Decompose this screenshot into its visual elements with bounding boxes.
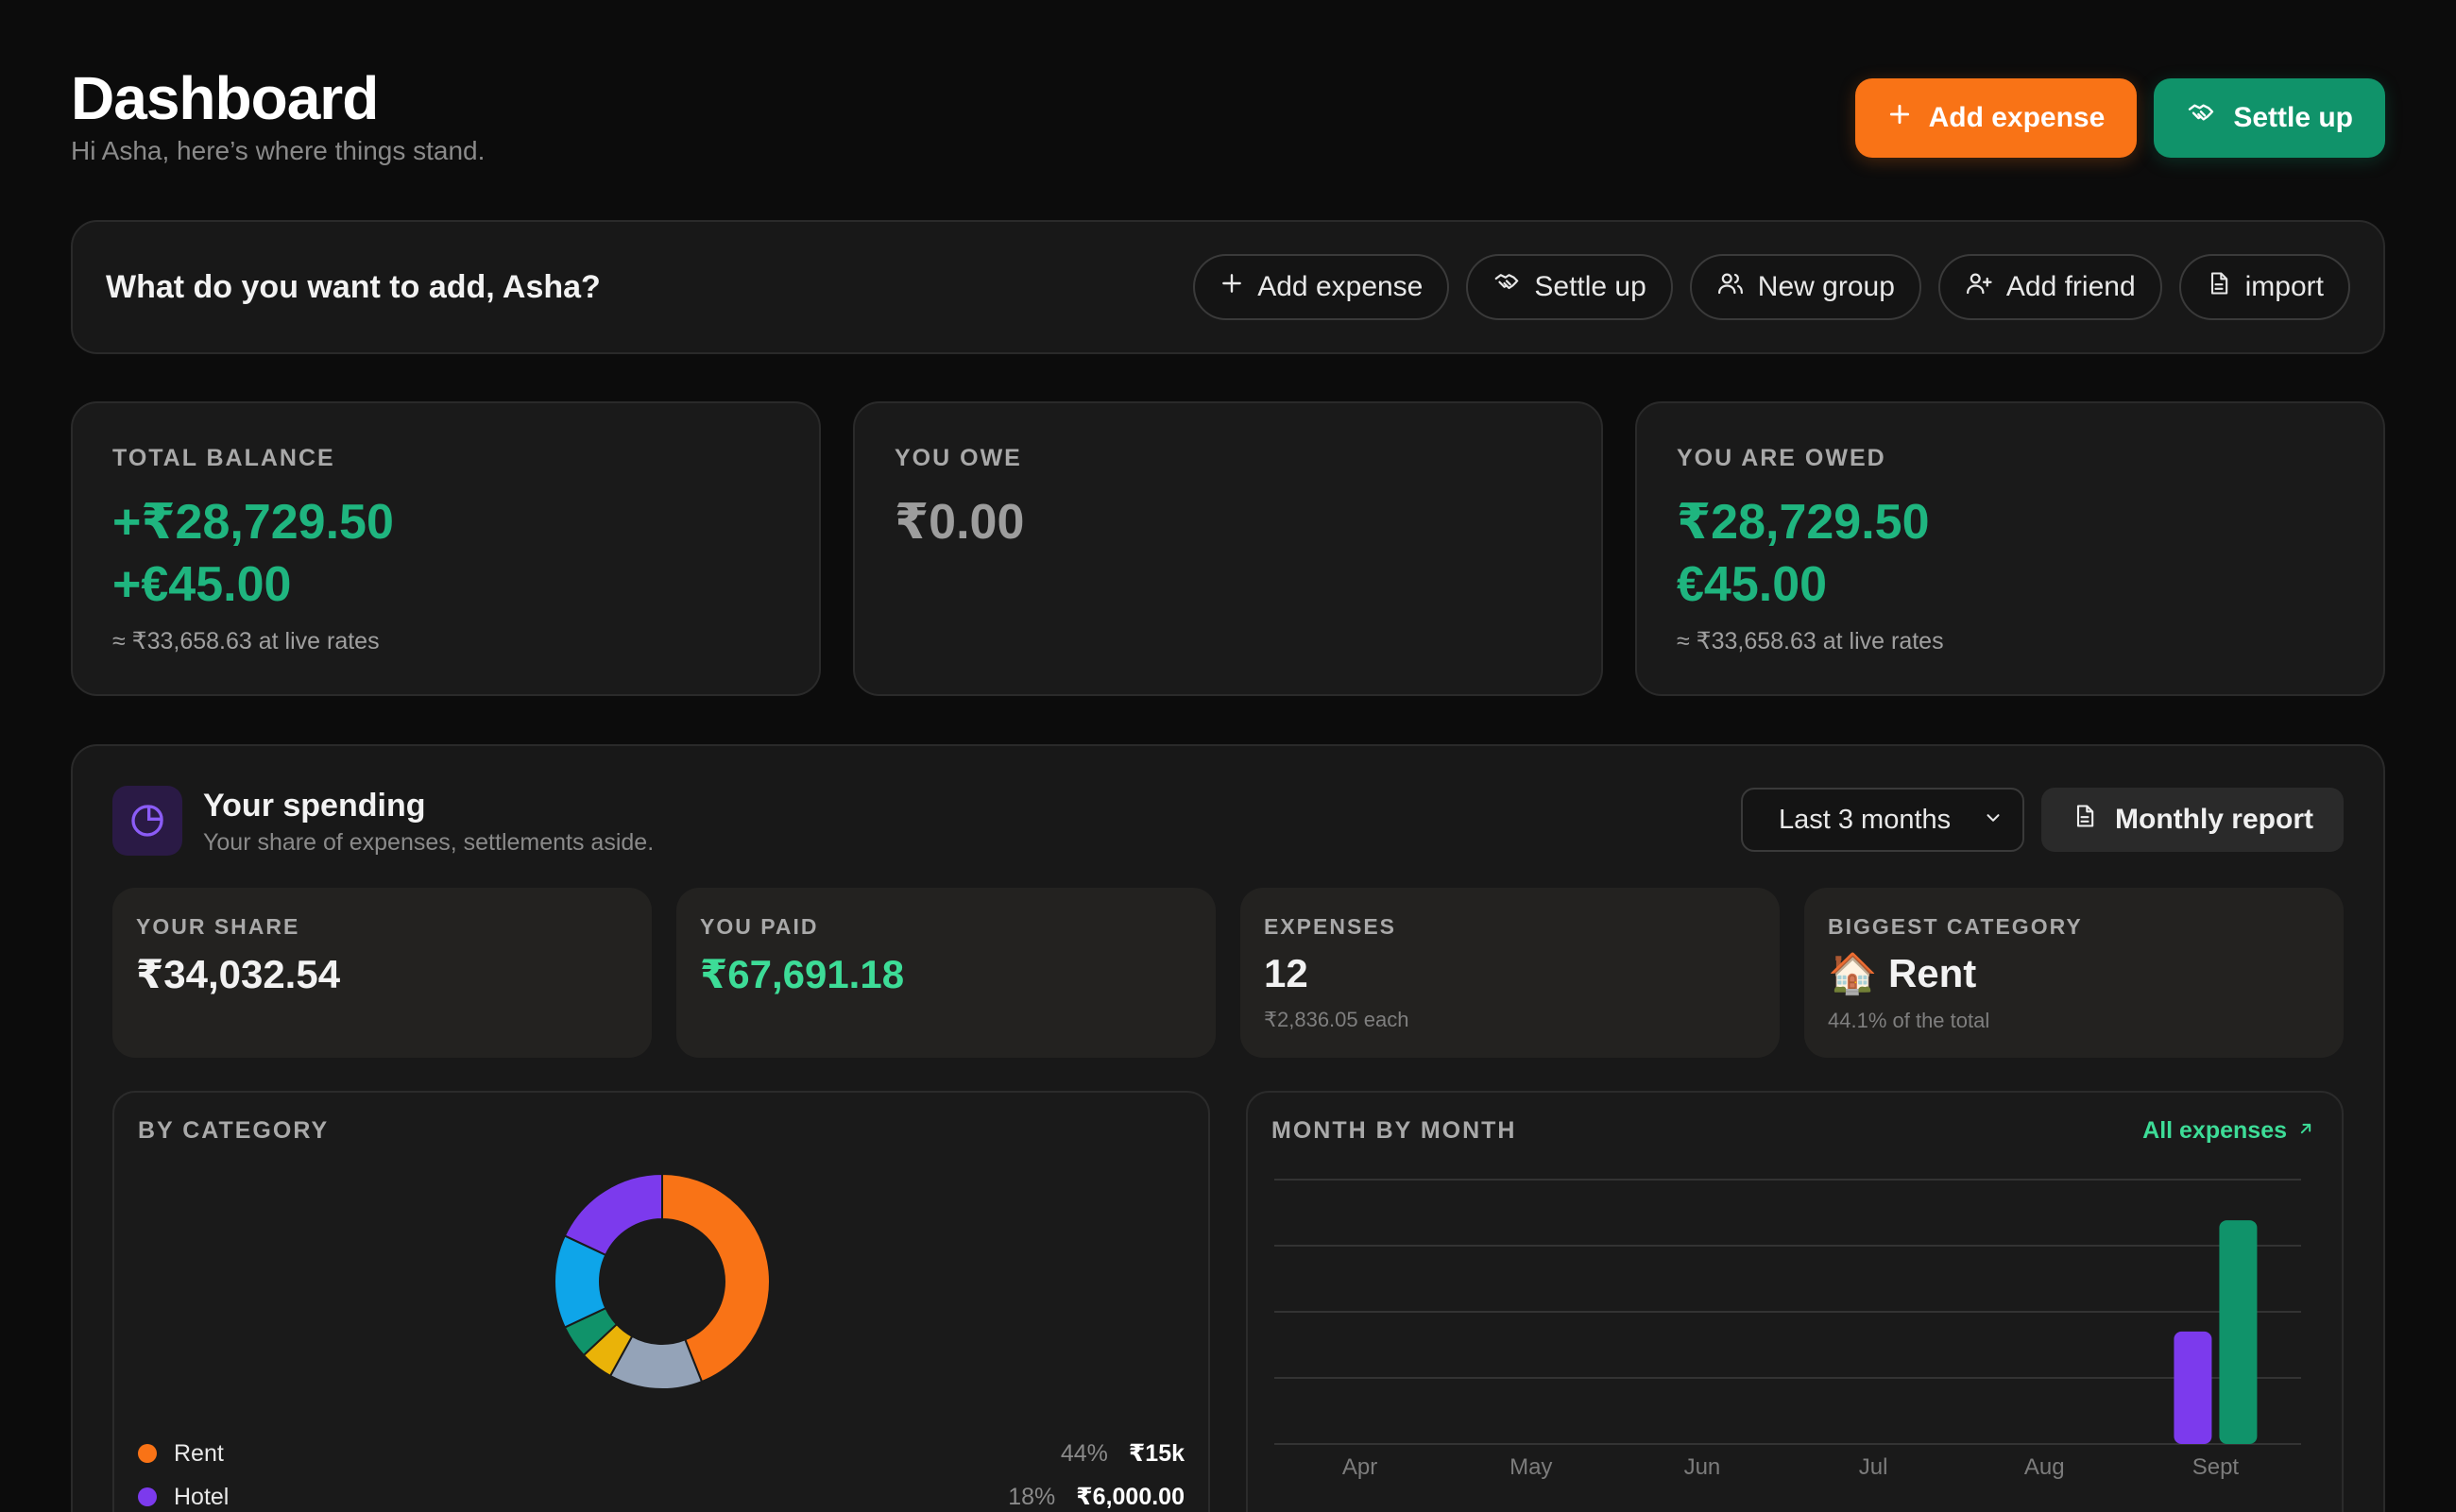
biggest-category-card: BIGGEST CATEGORY 🏠 Rent 44.1% of the tot… [1804,888,2344,1058]
category-donut-chart [554,1172,771,1390]
chip-label: Add friend [2005,271,2136,302]
mini-label: YOUR SHARE [136,914,300,939]
legend-item[interactable]: Hotel 18% ₹6,000.00 [138,1478,1185,1512]
handshake-icon [2186,99,2216,137]
donut-slice-hotel[interactable] [563,1172,663,1257]
x-tick-label: Sept [2192,1454,2240,1480]
import-button[interactable]: import [2178,254,2350,320]
x-tick-label: May [1509,1454,1552,1480]
range-select[interactable]: Last 3 months [1741,788,2024,852]
legend-amount: ₹15k [1128,1440,1185,1467]
plus-icon [1219,271,1244,303]
chip-label: import [2244,271,2324,302]
quick-actions: Add expense Settle up New group Add frie… [1193,254,2350,320]
panel-label: BY CATEGORY [138,1117,330,1144]
x-tick-label: Jun [1684,1454,1721,1480]
your-share-card: YOUR SHARE ₹34,032.54 [112,888,652,1058]
spending-panel: Your spending Your share of expenses, se… [71,744,2385,1512]
quick-add-expense-button[interactable]: Add expense [1193,254,1450,320]
monthly-report-label: Monthly report [2115,804,2313,835]
legend-name: Hotel [174,1483,230,1510]
balance-cards: TOTAL BALANCE +₹28,729.50 +€45.00 ≈ ₹33,… [71,401,2385,696]
new-group-button[interactable]: New group [1689,254,1921,320]
biggest-category-value: 🏠 Rent [1828,951,1977,995]
users-icon [1716,269,1745,305]
owed-amount-eur: €45.00 [1677,557,1828,612]
bar-sept-0[interactable] [2174,1331,2212,1444]
handshake-icon [1492,269,1521,305]
settle-up-button[interactable]: Settle up [2154,78,2385,158]
page-header: Dashboard Hi Asha, here’s where things s… [71,64,2385,168]
legend-item[interactable]: Rent 44% ₹15k [138,1435,1185,1472]
monthly-bar-chart: Apr May Jun Jul Aug Sept [1274,1179,2301,1480]
stat-label: YOU ARE OWED [1677,445,1886,471]
legend-dot [138,1444,157,1463]
legend-name: Rent [174,1439,224,1467]
legend-pct: 44% [1060,1439,1108,1467]
x-tick-label: Jul [1859,1454,1888,1480]
total-balance-card: TOTAL BALANCE +₹28,729.50 +€45.00 ≈ ₹33,… [71,401,821,696]
x-tick-label: Apr [1342,1454,1377,1480]
range-select-value: Last 3 months [1779,804,1952,835]
legend-pct: 18% [1008,1483,1056,1510]
spending-controls: Last 3 months Monthly report [1741,788,2344,852]
mini-label: BIGGEST CATEGORY [1828,914,2083,939]
spending-summary: YOUR SHARE ₹34,032.54 YOU PAID ₹67,691.1… [112,888,2344,1058]
live-rate-note: ≈ ₹33,658.63 at live rates [1677,628,1944,654]
expenses-card: EXPENSES 12 ₹2,836.05 each [1240,888,1780,1058]
pie-chart-icon [112,786,182,856]
header-actions: Add expense Settle up [1854,78,2385,158]
spending-subtitle: Your share of expenses, settlements asid… [203,829,655,856]
biggest-category-note: 44.1% of the total [1828,1009,1990,1032]
you-paid-value: ₹67,691.18 [700,952,905,996]
owed-amount-inr: ₹28,729.50 [1677,495,1930,550]
file-icon [2206,269,2232,305]
mini-label: EXPENSES [1264,914,1396,939]
chip-label: Settle up [1534,271,1646,302]
balance-amount-inr: +₹28,729.50 [112,495,394,550]
settle-up-label: Settle up [2233,102,2353,133]
spending-header: Your spending Your share of expenses, se… [112,786,2344,861]
by-category-panel: BY CATEGORY Rent 44% ₹15k Hotel 18% ₹6,0… [112,1091,1210,1512]
stat-label: TOTAL BALANCE [112,445,335,471]
live-rate-note: ≈ ₹33,658.63 at live rates [112,628,380,654]
you-paid-card: YOU PAID ₹67,691.18 [676,888,1216,1058]
you-owe-card: YOU OWE ₹0.00 [853,401,1603,696]
stat-label: YOU OWE [895,445,1022,471]
legend-dot [138,1487,157,1506]
monthly-report-button[interactable]: Monthly report [2041,788,2344,852]
expenses-count: 12 [1264,951,1308,995]
plus-icon [1887,102,1912,134]
spending-title: Your spending [203,788,426,824]
quick-settle-up-button[interactable]: Settle up [1466,254,1673,320]
quick-add-prompt: What do you want to add, Asha? [106,268,601,305]
chevron-down-icon [1983,805,2004,836]
file-icon [2072,802,2098,838]
your-share-value: ₹34,032.54 [136,952,341,996]
quick-add-bar: What do you want to add, Asha? Add expen… [71,220,2385,354]
legend-amount: ₹6,000.00 [1076,1484,1185,1510]
month-by-month-panel: MONTH BY MONTH All expenses Apr May Jun Jul… [1246,1091,2344,1512]
chip-label: New group [1757,271,1895,302]
expenses-note: ₹2,836.05 each [1264,1008,1409,1031]
add-friend-button[interactable]: Add friend [1937,254,2162,320]
bar-sept-1[interactable] [2219,1220,2258,1444]
add-expense-button[interactable]: Add expense [1854,78,2138,158]
balance-amount-eur: +€45.00 [112,557,292,612]
x-tick-label: Aug [2024,1454,2065,1480]
chip-label: Add expense [1257,271,1424,302]
mini-label: YOU PAID [700,914,819,939]
user-plus-icon [1965,269,1993,305]
owe-amount: ₹0.00 [895,495,1025,550]
you-are-owed-card: YOU ARE OWED ₹28,729.50 €45.00 ≈ ₹33,658… [1635,401,2385,696]
add-expense-label: Add expense [1928,102,2106,133]
